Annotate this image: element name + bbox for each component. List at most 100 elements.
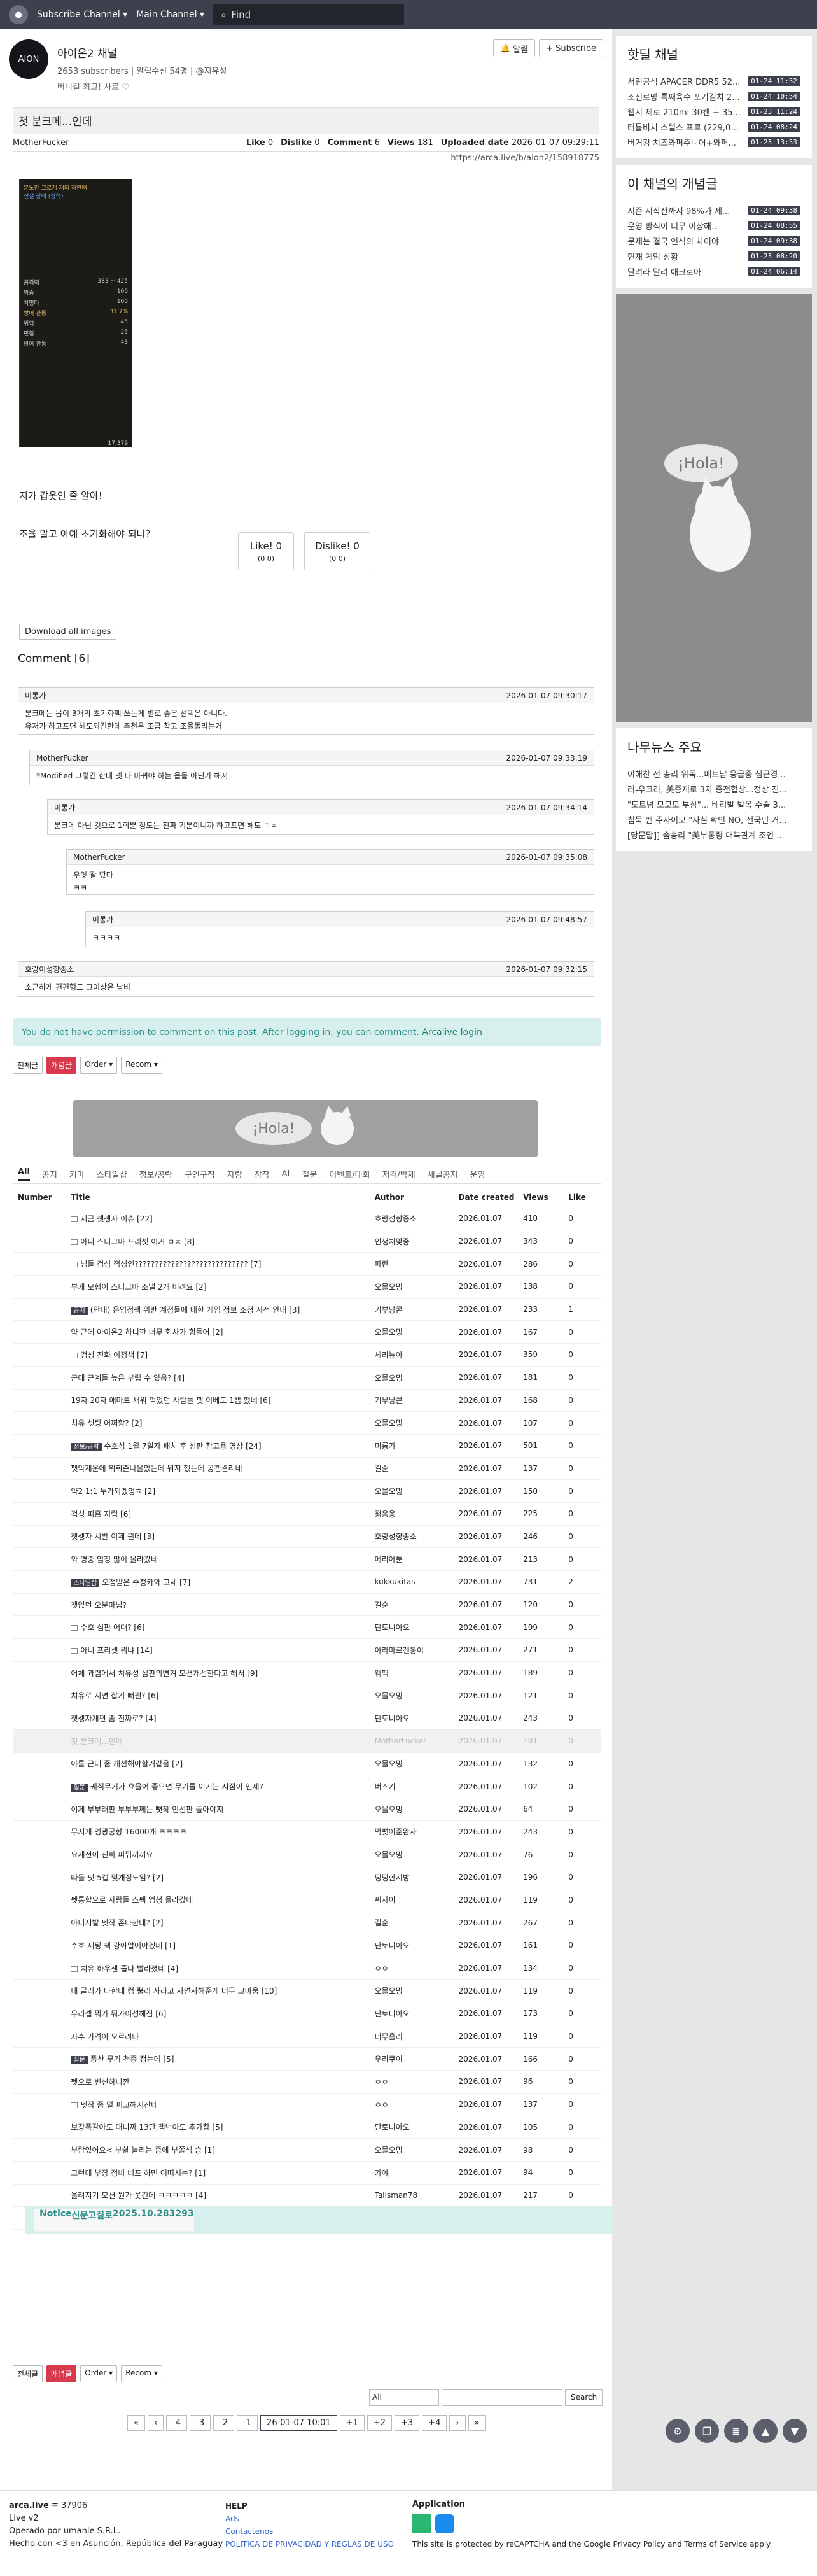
best-posts-button[interactable]: 개념글 — [46, 1057, 77, 1074]
home-logo[interactable]: ● — [9, 5, 28, 24]
news-item[interactable]: "도트넘 모모모 부상"... 베리발 발목 수술 3... — [627, 796, 800, 812]
table-row[interactable]: 내 글러가 나한테 컴 뿔리 사라고 자연사해준게 너무 고마움 [10] 오믈오… — [13, 1979, 601, 2003]
channel-avatar[interactable]: AION — [9, 39, 48, 79]
post-link[interactable]: 내 글러가 나한테 컴 뿔리 사라고 자연사해준게 너무 고마움 [10] — [71, 1987, 277, 1995]
comment-author[interactable]: MotherFucker — [36, 754, 88, 763]
table-row[interactable]: 이제 부부래판 부부부쩨는 뼛작 인선판 돌아야지 오믈오밍 2026.01.07 6… — [13, 1798, 601, 1821]
google-play-icon[interactable] — [412, 2514, 431, 2533]
table-row[interactable]: 어체 과렴에서 치유성 심판의변겨 모션개선한다고 해서 [9] 웨팩 2026.0… — [13, 1661, 601, 1685]
category-tab[interactable]: 운영 — [470, 1168, 485, 1180]
table-row[interactable]: 아니시발 펫작 존나깐데? [2] 길순 2026.01.07 267 0 — [13, 1911, 601, 1934]
post-link[interactable]: 오정받은 수정카와 교체 [7] — [102, 1578, 190, 1587]
post-link[interactable]: 펫작 좀 덜 퍼교해지잔네 — [80, 2101, 158, 2109]
post-link[interactable]: 약 근데 아이온2 하니깐 너무 회사가 힘들어 [2] — [71, 1328, 223, 1337]
post-link[interactable]: 챗셍자개편 좀 진짜로? [4] — [71, 1714, 156, 1723]
news-item[interactable]: 이해찬 전 총리 위독...베트남 응급중 심근경... — [627, 766, 800, 781]
category-tab[interactable]: 채널공지 — [428, 1168, 458, 1180]
table-row[interactable]: 펫작 좀 덜 퍼교해지잔네 ㅇㅇ 2026.01.07 137 0 — [13, 2093, 601, 2116]
all-posts-button[interactable]: 전체글 — [13, 1057, 43, 1074]
category-tab[interactable]: 창작 — [255, 1168, 270, 1180]
table-row[interactable]: 약 근데 아이온2 하니깐 너무 회사가 힘들어 [2] 오믈오밍 2026.01.… — [13, 1320, 601, 1344]
table-row[interactable]: 지금 챗셍자 이슈 [22] 호랑성향종소 2026.01.07 410 0 — [13, 1207, 601, 1230]
table-row[interactable]: 펫통합으로 사람들 스펙 엄청 올라갔네 씨자이 2026.01.07 119 0 — [13, 1889, 601, 1912]
comment-author[interactable]: 미롱가 — [92, 914, 113, 925]
post-link[interactable]: 검성 피흡 지럼 [6] — [71, 1510, 131, 1519]
post-link[interactable]: 이제 부부래판 부부부쩨는 뼛작 인선판 돌아야지 — [71, 1805, 223, 1814]
footer-brand[interactable]: arca.live — [9, 2501, 49, 2510]
ads-link[interactable]: Ads — [225, 2512, 394, 2525]
post-link[interactable]: 치유 하우젠 줍다 빨라졌네 [4] — [80, 1964, 178, 1973]
hotdeal-title[interactable]: 핫딜 채널 — [627, 45, 800, 63]
search-input[interactable]: ⌕ Find — [213, 4, 405, 25]
table-row[interactable]: 펫으로 변신하니깐 ㅇㅇ 2026.01.07 96 0 — [13, 2070, 601, 2094]
post-link[interactable]: 와 명중 엄청 많이 올라갔네 — [71, 1555, 158, 1564]
page-button[interactable]: +2 — [367, 2415, 392, 2431]
recom-select[interactable]: Recom ▾ — [121, 2365, 162, 2382]
category-tab[interactable]: 저격/박제 — [382, 1168, 415, 1180]
recom-select[interactable]: Recom ▾ — [121, 1057, 162, 1074]
page-button[interactable]: › — [449, 2415, 466, 2431]
post-link[interactable]: 지금 챗셍자 이슈 [22] — [80, 1214, 152, 1223]
post-link[interactable]: 무지개 영광궁향 16000개 ㅋㅋㅋㅋ — [71, 1827, 186, 1836]
table-row[interactable]: 스타일샵 오정받은 수정카와 교체 [7] kukkukitas 2026.01.07… — [13, 1570, 601, 1594]
post-image[interactable]: 분노한 그로케 재의 하얀뼈 전설 장비 (장착) 공격력 383 ~ 425 명… — [19, 179, 132, 447]
main-channel-menu[interactable]: Main Channel ▾ — [136, 10, 204, 20]
page-button[interactable]: +3 — [395, 2415, 420, 2431]
post-link[interactable]: 근데 근계들 높은 부럽 수 있음? [4] — [71, 1374, 185, 1383]
category-tab[interactable]: AI — [282, 1169, 290, 1179]
post-link[interactable]: 님들 검성 적성인???????????????????????????? [7… — [80, 1260, 261, 1269]
category-tab[interactable]: 질문 — [302, 1168, 317, 1180]
login-link[interactable]: Arcalive login — [422, 1027, 482, 1038]
post-link[interactable]: 부캐 모험이 스티그마 조낼 2개 버려요 [2] — [71, 1283, 206, 1292]
list-search-input[interactable] — [442, 2389, 562, 2406]
table-row[interactable]: 치유 셋팅 어쩌함? [2] 오믈오밍 2026.01.07 107 0 — [13, 1411, 601, 1435]
search-button[interactable]: Search — [565, 2389, 603, 2406]
table-row[interactable]: 19자 20자 애마로 채워 먹었던 사람들 펫 이베도 1캡 했네 [6] 기부… — [13, 1389, 601, 1412]
table-row[interactable]: 우리셉 뭐가 뭐가이성해짐 [6] 단토니아오 2026.01.07 173 0 — [13, 2002, 601, 2025]
table-row[interactable]: 질문 궤적무기가 효율어 좋으면 무기를 이기는 시점이 언제? 버즈기 2026.0… — [13, 1775, 601, 1798]
table-row[interactable]: 첫 분크메...인데 MotherFucker 2026.01.07 181 0 — [13, 1729, 601, 1753]
table-row[interactable]: 부캐 모험이 스티그마 조낼 2개 버려요 [2] 오믈오밍 2026.01.07 1… — [13, 1275, 601, 1299]
page-button[interactable]: +4 — [422, 2415, 447, 2431]
sidebar-item[interactable]: 웹시 제로 210ml 30캔 + 35... 01-23 11:24 — [627, 104, 800, 119]
best-posts-button[interactable]: 개념글 — [46, 2365, 77, 2382]
best-title[interactable]: 이 채널의 개념글 — [627, 174, 800, 192]
post-link[interactable]: 치유로 지면 잡기 뻐괜? [6] — [71, 1691, 158, 1700]
table-row[interactable]: 약2 1:1 누가되겠엉ㅎ [2] 오믈오밍 2026.01.07 150 0 — [13, 1479, 601, 1503]
post-link[interactable]: 어체 과렴에서 치유성 심판의변겨 모션개선한다고 해서 [9] — [71, 1669, 258, 1678]
table-row[interactable]: 챗없던 오분마님? 길순 2026.01.07 120 0 — [13, 1593, 601, 1617]
post-link[interactable]: 올려지기 모션 뭔가 웃긴데 ㅋㅋㅋㅋㅋ [4] — [71, 2191, 206, 2200]
alarm-button[interactable]: 🔔 알림 — [492, 39, 536, 57]
sidebar-item[interactable]: 운영 방식이 너무 이상해... 01-24 08:55 — [627, 218, 800, 233]
subscribe-channel-menu[interactable]: Subscribe Channel ▾ — [37, 10, 127, 20]
post-link[interactable]: 따돌 펫 5캡 몇개정도임? [2] — [71, 1873, 164, 1882]
table-row[interactable]: 자수 가격이 오르려나 너무흘러 2026.01.07 119 0 — [13, 2025, 601, 2048]
post-link[interactable]: 아니시발 펫작 존나깐데? [2] — [71, 1918, 163, 1927]
table-row[interactable]: 챗셍자개편 좀 진짜로? [4] 단토니아오 2026.01.07 243 0 — [13, 1707, 601, 1730]
table-row[interactable]: 부람있어요< 부쉴 늘리는 중에 부쫄석 승 [1] 오믈오밍 2026.01.07… — [13, 2138, 601, 2162]
side-ad[interactable]: ¡Hola! — [616, 294, 812, 722]
scroll-bottom-icon[interactable]: ▼ — [783, 2419, 807, 2443]
sidebar-item[interactable]: 문제는 결국 인식의 차이야 01-24 09:38 — [627, 233, 800, 248]
post-link[interactable]: 첫 분크메...인데 — [71, 1737, 123, 1746]
table-row[interactable]: 치유로 지면 잡기 뻐괜? [6] 오믈오밍 2026.01.07 121 0 — [13, 1684, 601, 1708]
order-select[interactable]: Order ▾ — [80, 2365, 118, 2382]
table-row[interactable]: 공지 (안내) 운영정책 위반 계정들에 대한 게임 정보 조정 사전 안내 [3… — [13, 1298, 601, 1321]
table-row[interactable]: 펫악재운에 위취죤나올았는데 뭐지 했는데 공캡결리네 길순 2026.01.07 1… — [13, 1457, 601, 1481]
table-row[interactable]: 아니 프리셋 뭐냐 [14] 아라마르겐봉이 2026.01.07 271 0 — [13, 1638, 601, 1662]
dislike-button[interactable]: Dislike! 0 (0 0) — [304, 532, 370, 570]
page-button[interactable]: -1 — [237, 2415, 258, 2431]
post-link[interactable]: 풍산 무기 천종 정는데 [5] — [90, 2055, 174, 2064]
post-link[interactable]: 챗없던 오분마님? — [71, 1601, 126, 1610]
ad-banner[interactable]: ¡Hola! — [73, 1100, 538, 1157]
sidebar-item[interactable]: 현재 게임 상황 01-23 08:20 — [627, 248, 800, 264]
post-author[interactable]: MotherFucker — [13, 138, 69, 148]
sidebar-item[interactable]: 버거킹 치즈와퍼주니어+와퍼... 01-23 13:53 — [627, 134, 800, 150]
category-tab[interactable]: 공지 — [42, 1168, 57, 1180]
copy-icon[interactable]: ❐ — [695, 2419, 719, 2443]
page-button[interactable]: -2 — [213, 2415, 235, 2431]
order-select[interactable]: Order ▾ — [80, 1057, 118, 1074]
privacy-link[interactable]: POLITICA DE PRIVACIDAD Y REGLAS DE USO — [225, 2538, 394, 2551]
comment-author[interactable]: 미롱가 — [54, 802, 75, 813]
category-tab[interactable]: 커마 — [69, 1168, 85, 1180]
